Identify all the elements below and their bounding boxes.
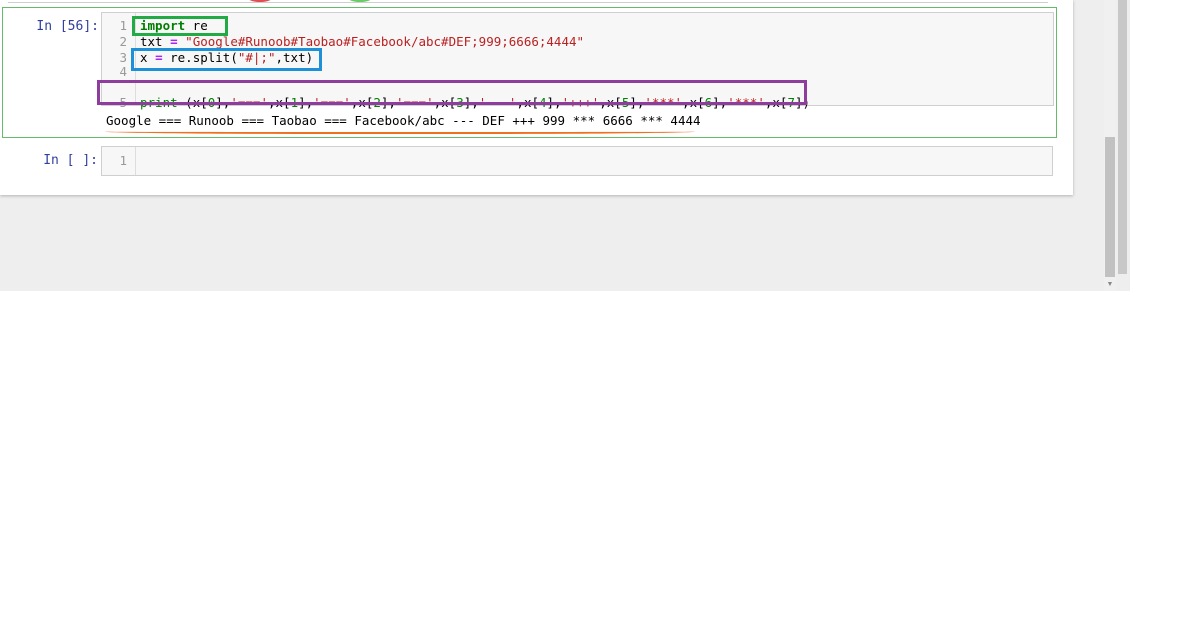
code-token: 3 — [456, 95, 464, 110]
code-token: ], — [712, 95, 728, 110]
code-token: x — [140, 50, 156, 65]
code-editor[interactable]: 1 import re 2 txt = "Google#Runoob#Taobao#F… — [101, 12, 1054, 110]
code-token: = — [170, 34, 178, 49]
line-number: 2 — [119, 34, 127, 49]
code-line: 5 print (x[0],'===',x[1],'===',x[2],'==='… — [102, 95, 1053, 111]
code-token: = — [155, 50, 163, 65]
code-line: 1 import re — [102, 18, 1053, 34]
code-token: '***' — [727, 95, 765, 110]
input-prompt-empty: In [ ]: — [43, 153, 98, 168]
code-token: ,txt) — [275, 50, 314, 65]
code-token: ,x[ — [516, 95, 539, 110]
code-token: ,x[ — [267, 95, 291, 110]
code-line: 1 — [102, 153, 1052, 169]
code-token: '===' — [395, 95, 434, 110]
code-token: "Google#Runoob#Taobao#Facebook/abc#DEF;9… — [185, 34, 585, 49]
code-token: ], — [546, 95, 562, 110]
code-cell-selected[interactable]: In [56]: 1 import re 2 txt = "Google#Runoob… — [2, 7, 1057, 138]
code-text: txt = "Google#Runoob#Taobao#Facebook/abc… — [140, 34, 584, 50]
code-token: 4 — [539, 95, 547, 110]
code-token: ], — [298, 95, 314, 110]
code-text: import re — [140, 18, 208, 34]
notebook-scrollbar[interactable]: ▼ — [1104, 0, 1116, 291]
code-token: 7 — [787, 95, 795, 110]
code-token: '===' — [313, 95, 351, 110]
line-number: 4 — [119, 64, 127, 79]
code-editor-empty[interactable]: 1 — [101, 146, 1053, 176]
code-token: 2 — [373, 95, 381, 110]
code-line: 4 — [102, 64, 1053, 80]
line-number: 1 — [119, 18, 127, 33]
code-token: '===' — [230, 95, 268, 110]
code-token: ,x[ — [599, 95, 622, 110]
page-scrollbar-thumb[interactable] — [1118, 0, 1127, 274]
previous-cell-edge — [8, 0, 1048, 3]
code-token: print — [140, 95, 178, 110]
code-token: re — [185, 18, 208, 33]
code-token: ], — [380, 95, 396, 110]
code-token: import — [140, 18, 186, 33]
code-token: re.split( — [162, 50, 238, 65]
code-cell-empty[interactable]: In [ ]: 1 — [2, 144, 1057, 180]
code-token: '***' — [644, 95, 683, 110]
code-token: (x[ — [177, 95, 208, 110]
code-token: ,x[ — [350, 95, 374, 110]
code-text: print (x[0],'===',x[1],'===',x[2],'===',… — [140, 95, 810, 111]
code-token: ], — [463, 95, 479, 110]
code-line: 2 txt = "Google#Runoob#Taobao#Facebook/ab… — [102, 34, 1053, 50]
code-token: ], — [629, 95, 645, 110]
code-token: '+++' — [561, 95, 600, 110]
code-token: ,x[ — [682, 95, 705, 110]
scroll-down-arrow-icon[interactable]: ▼ — [1104, 280, 1116, 290]
code-token: ,x[ — [433, 95, 457, 110]
code-token: ]) — [794, 95, 811, 110]
line-number: 1 — [119, 153, 127, 168]
code-token: txt — [140, 34, 171, 49]
notebook-container: In [56]: 1 import re 2 txt = "Google#Runoob… — [0, 0, 1073, 195]
input-prompt: In [56]: — [36, 19, 99, 34]
code-token: 1 — [290, 95, 299, 110]
page-scrollbar[interactable] — [1117, 0, 1129, 291]
scrollbar-thumb[interactable] — [1105, 137, 1115, 277]
line-number: 5 — [119, 95, 127, 110]
annotation-underline-output — [105, 128, 695, 134]
code-token: "#|;" — [237, 50, 276, 65]
code-token: ], — [215, 95, 231, 110]
code-token: '---' — [478, 95, 517, 110]
code-token: ,x[ — [764, 95, 788, 110]
